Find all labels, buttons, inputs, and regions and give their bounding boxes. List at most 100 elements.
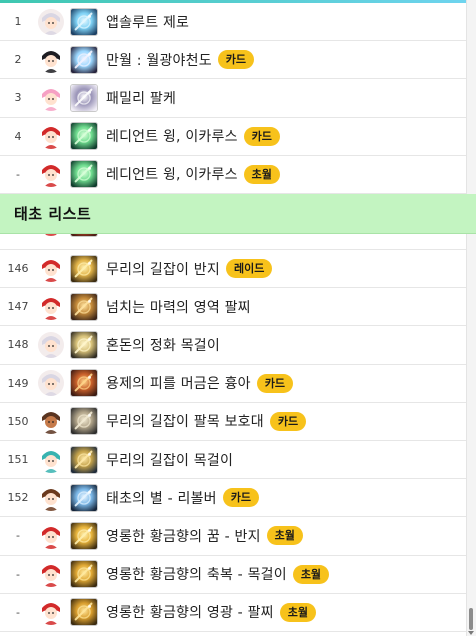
list-row[interactable]: 149 용제의 피를 머금은 흉아 카드 [0, 364, 466, 403]
row-content: - 레디언트 윙, 이카루스 초월 [0, 156, 466, 193]
golden-ring-icon [70, 254, 98, 283]
swirl-bracelet-icon [70, 292, 98, 321]
item-name: 영롱한 황금향의 꿈 - 반지 [106, 528, 261, 545]
scrollbar[interactable] [466, 0, 476, 636]
list-row[interactable]: - 영롱한 황금향의 꿈 - 반지 초월 [0, 517, 466, 556]
tier-badge: 카드 [217, 50, 255, 70]
santa-hat-avatar [38, 255, 64, 282]
ribbon-bracelet-icon [70, 83, 98, 112]
rank-number: 150 [7, 414, 29, 428]
item-name: 레디언트 윙, 이카루스 [106, 167, 238, 184]
gold-necklace-icon [70, 560, 98, 589]
primordial-ranking-list: 146 무리의 길잡이 반지 레이드 147 넘치는 마력의 영역 팔찌 148 [0, 214, 466, 632]
list-row[interactable]: - 영롱한 황금향의 축복 - 목걸이 초월 [0, 555, 466, 594]
black-hair-boy-avatar [38, 46, 64, 73]
row-content: 151 무리의 길잡이 목걸이 [0, 441, 466, 478]
rank-number: 151 [7, 453, 29, 467]
row-content: - 영롱한 황금향의 꿈 - 반지 초월 [0, 517, 466, 554]
rank-number: 149 [7, 376, 29, 390]
list-row[interactable]: 3 패밀리 팔케 [0, 79, 466, 118]
santa-hat-avatar [38, 522, 64, 549]
rank-number: 1 [14, 15, 22, 29]
tier-badge: 레이드 [225, 259, 273, 279]
tier-badge: 초월 [266, 526, 303, 546]
item-name: 무리의 길잡이 팔목 보호대 [106, 414, 264, 431]
list-row[interactable]: 4 레디언트 윙, 이카루스 카드 [0, 117, 466, 156]
list-row[interactable]: 150 무리의 길잡이 팔목 보호대 카드 [0, 402, 466, 441]
list-row[interactable]: 151 무리의 길잡이 목걸이 [0, 440, 466, 480]
row-content: 2 만월 : 월광야천도 카드 [0, 41, 466, 78]
rank-number: 4 [14, 129, 22, 143]
santa-hat-avatar [38, 599, 64, 626]
row-content: 147 넘치는 마력의 영역 팔찌 [0, 288, 466, 325]
item-name: 넘치는 마력의 영역 팔찌 [106, 299, 251, 316]
item-name: 패밀리 팔케 [106, 90, 177, 107]
santa-hat-avatar [38, 161, 64, 188]
rank-number: 147 [7, 300, 29, 314]
rank-number: 148 [7, 338, 29, 352]
top-ranking-list: 1 앱솔루트 제로 2 만월 : 월광야천도 카드 3 패밀리 팔케 4 레디언… [0, 3, 466, 194]
tanned-man-avatar [38, 408, 64, 435]
scrollbar-thumb[interactable] [469, 608, 473, 630]
green-wing-icon [70, 122, 98, 151]
rank-number: - [16, 605, 20, 619]
white-hair-girl-avatar [38, 8, 64, 35]
list-row[interactable]: 146 무리의 길잡이 반지 레이드 [0, 250, 466, 289]
tier-badge: 카드 [222, 488, 260, 508]
white-hair-girl-avatar [38, 331, 64, 358]
list-row[interactable]: - 레디언트 윙, 이카루스 초월 [0, 155, 466, 194]
ranking-viewport: 1 앱솔루트 제로 2 만월 : 월광야천도 카드 3 패밀리 팔케 4 레디언… [0, 0, 476, 636]
rank-number: 146 [7, 262, 29, 276]
row-content: 148 혼돈의 정화 목걸이 [0, 326, 466, 363]
chaos-necklace-icon [70, 330, 98, 359]
row-content: 4 레디언트 윙, 이카루스 카드 [0, 118, 466, 155]
leader-necklace-icon [70, 445, 98, 474]
tier-badge: 초월 [279, 602, 316, 622]
rank-number: 3 [14, 91, 22, 105]
tier-badge: 카드 [243, 126, 280, 146]
row-content: 146 무리의 길잡이 반지 레이드 [0, 250, 466, 287]
list-row[interactable]: 152 태초의 별 - 리볼버 카드 [0, 479, 466, 518]
row-content: 3 패밀리 팔케 [0, 79, 466, 116]
item-name: 태초의 별 - 리볼버 [106, 490, 217, 507]
dragon-fang-icon [70, 369, 98, 398]
section-header: 태초 리스트 [0, 194, 476, 234]
white-hair-girl-avatar [38, 370, 64, 397]
wrist-guard-icon [70, 407, 98, 436]
rank-number: 152 [7, 491, 29, 505]
gold-bracelet-icon [70, 598, 98, 627]
item-name: 무리의 길잡이 목걸이 [106, 452, 234, 469]
list-row[interactable]: - 영롱한 황금향의 영광 - 팔찌 초월 [0, 593, 466, 632]
row-content: 150 무리의 길잡이 팔목 보호대 카드 [0, 403, 466, 440]
crescent-blade-icon [70, 45, 98, 74]
list-row[interactable]: 2 만월 : 월광야천도 카드 [0, 41, 466, 80]
list-row[interactable]: 1 앱솔루트 제로 [0, 3, 466, 42]
list-row[interactable]: 148 혼돈의 정화 목걸이 [0, 326, 466, 365]
row-content: 1 앱솔루트 제로 [0, 3, 466, 40]
item-name: 레디언트 윙, 이카루스 [106, 129, 238, 146]
santa-hat-avatar [38, 123, 64, 150]
row-content: 149 용제의 피를 머금은 흉아 카드 [0, 365, 466, 402]
blue-spear-icon [70, 7, 98, 36]
pink-hair-girl-avatar [38, 84, 64, 111]
tier-badge: 카드 [269, 411, 307, 431]
row-content: 152 태초의 별 - 리볼버 카드 [0, 479, 466, 516]
santa-hat-avatar [38, 293, 64, 320]
tier-badge: 초월 [292, 564, 330, 584]
rank-number: - [16, 167, 20, 181]
scroll-down-arrow-icon[interactable] [468, 631, 474, 635]
item-name: 혼돈의 정화 목걸이 [106, 337, 220, 354]
rank-number: 2 [14, 53, 22, 67]
list-row[interactable]: 147 넘치는 마력의 영역 팔찌 [0, 288, 466, 327]
green-wing-icon [70, 160, 98, 189]
tier-badge: 초월 [243, 164, 280, 184]
item-name: 앱솔루트 제로 [106, 14, 190, 31]
rank-number: - [16, 529, 20, 543]
teal-hair-girl-avatar [38, 446, 64, 473]
item-name: 만월 : 월광야천도 [106, 52, 212, 69]
item-name: 영롱한 황금향의 축복 - 목걸이 [106, 567, 287, 584]
gold-ring-dream-icon [70, 521, 98, 550]
section-title: 태초 리스트 [14, 205, 92, 223]
item-name: 무리의 길잡이 반지 [106, 261, 220, 278]
row-content: - 영롱한 황금향의 영광 - 팔찌 초월 [0, 594, 466, 631]
